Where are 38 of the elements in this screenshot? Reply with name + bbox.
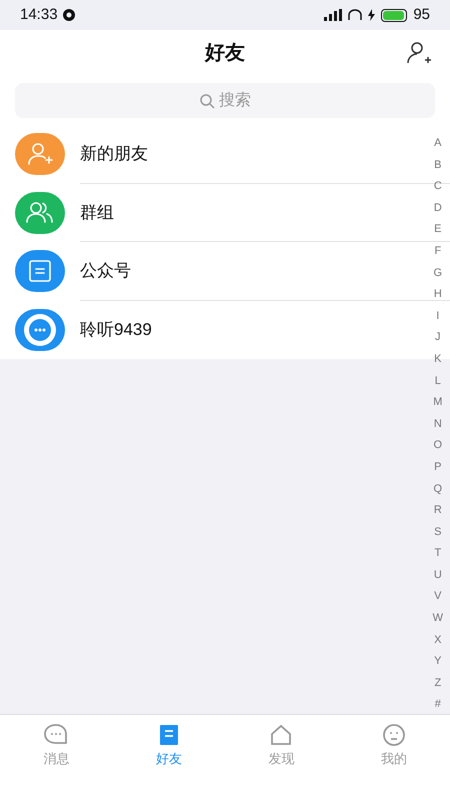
tab[interactable]: 发现	[225, 723, 338, 771]
battery-percent: 95	[413, 4, 430, 25]
index-letter[interactable]: E	[434, 219, 442, 241]
index-letter[interactable]: Q	[434, 478, 442, 500]
index-letter[interactable]: W	[432, 608, 443, 630]
index-letter[interactable]: B	[434, 154, 442, 176]
tab[interactable]: 消息	[0, 723, 112, 771]
index-letter[interactable]: D	[434, 198, 442, 220]
index-letter[interactable]: U	[434, 564, 442, 586]
status-time: 14:33	[20, 4, 58, 25]
index-letter[interactable]: K	[434, 348, 442, 371]
index-letter[interactable]: A	[434, 133, 442, 155]
entry-label[interactable]: 公众号	[80, 258, 131, 284]
index-letter[interactable]: Z	[434, 672, 442, 694]
index-letter[interactable]: N	[434, 414, 442, 436]
index-letter[interactable]: F	[434, 240, 442, 263]
index-letter[interactable]: C	[434, 176, 442, 198]
index-letter[interactable]: R	[434, 500, 442, 522]
index-letter[interactable]: M	[433, 392, 442, 414]
index-letter[interactable]: H	[434, 284, 442, 306]
index-letter[interactable]: V	[434, 586, 442, 608]
tab[interactable]: 我的	[338, 723, 450, 771]
index-letter[interactable]: J	[435, 327, 441, 349]
page-title: 好友	[205, 41, 245, 66]
index-letter[interactable]: T	[434, 543, 442, 565]
index-letter[interactable]: Y	[434, 651, 442, 673]
index-letter[interactable]: P	[434, 456, 442, 478]
search-field[interactable]: 搜索	[15, 83, 435, 118]
tab[interactable]: 好友	[112, 723, 225, 771]
entry-label[interactable]: 聆听9439	[80, 317, 152, 342]
entry-label[interactable]: 新的朋友	[80, 141, 148, 166]
index-letter[interactable]: S	[434, 522, 442, 544]
index-letter[interactable]: G	[434, 262, 442, 284]
index-letter[interactable]: O	[434, 435, 442, 457]
entry-label[interactable]: 群组	[80, 200, 114, 225]
index-letter[interactable]: #	[434, 694, 441, 716]
index-letter[interactable]: L	[434, 370, 441, 392]
index-letter[interactable]: X	[434, 630, 442, 652]
